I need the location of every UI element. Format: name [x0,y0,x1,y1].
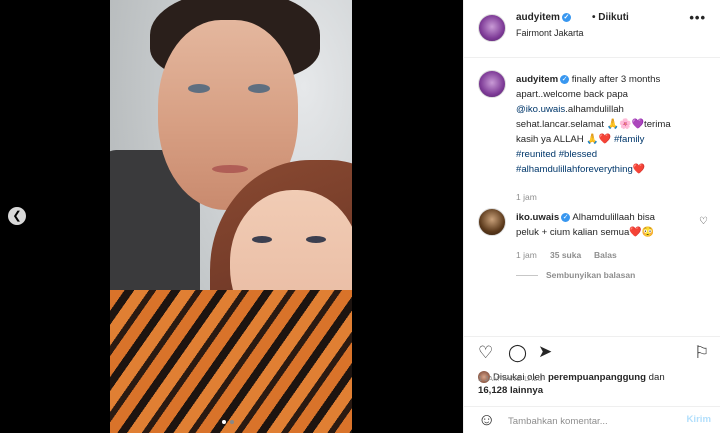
heart-icon[interactable]: ♡ [478,343,493,363]
action-bar: ♡ ◯ ➤ ⚐ Disukai oleh perempuanpanggung d… [464,336,720,406]
post-header: audyitem ✓ • Diikuti Fairmont Jakarta ••• [464,0,720,58]
emoji: ❤️ [632,164,646,175]
likes-mid: dan [646,372,665,383]
emoji: 🙏❤️ [586,134,612,145]
likes-summary: Disukai oleh perempuanpanggung dan 16,12… [478,371,665,397]
caption-time[interactable]: 1 jam [516,192,537,202]
carousel-dot [230,420,234,424]
comment-composer: ☺ Kirim [464,406,720,433]
photo-woman-eye [252,236,272,243]
avatar[interactable] [478,208,506,236]
photo-man-eye [188,84,210,93]
username-text[interactable]: audyitem [516,12,560,23]
share-icon[interactable]: ➤ [538,342,552,362]
reply-likes-text[interactable]: 35 suka [550,250,581,260]
mention-link[interactable]: @iko.uwais [516,104,565,115]
prev-arrow-icon[interactable]: ❮ [8,207,26,225]
likes-count[interactable]: 16,128 lainnya [478,385,543,396]
post-side-panel: audyitem ✓ • Diikuti Fairmont Jakarta •••… [463,0,720,433]
bookmark-icon[interactable]: ⚐ [694,343,709,363]
emoji-icon[interactable]: ☺ [478,410,495,430]
reply-button[interactable]: Balas [594,250,617,260]
photo-man-eye [248,84,270,93]
heart-icon[interactable]: ♡ [699,216,708,227]
reply-button-label[interactable]: Balas [594,250,617,260]
liked-by-user[interactable]: perempuanpanggung [548,372,646,383]
comment-input[interactable] [508,413,668,429]
divider [516,275,538,276]
hashtag-link[interactable]: #family [614,134,644,145]
emoji: 🙏🌸💜 [606,119,645,130]
reply-time[interactable]: 1 jam [516,250,537,260]
hashtag-link[interactable]: #reunited [516,149,556,160]
hashtag-link[interactable]: #alhamdulillahforeverything [516,164,633,175]
reply-text: iko.uwais ✓ Alhamdulillaah bisa peluk + c… [516,210,678,240]
verified-icon: ✓ [560,74,570,84]
photo-woman-eye [306,236,326,243]
location-link[interactable]: Fairmont Jakarta [516,28,584,38]
caption-text: audyitem ✓ finally after 3 months apart..… [516,72,678,177]
hashtag-link[interactable]: #blessed [559,149,597,160]
caption-username[interactable]: audyitem [516,74,558,85]
comment-icon[interactable]: ◯ [508,343,527,363]
verified-icon: ✓ [561,12,571,22]
reply-likes[interactable]: 35 suka [550,250,581,260]
photo-tiger-print-top [110,290,352,433]
more-icon[interactable]: ••• [689,10,706,25]
carousel-dots [222,420,234,424]
send-button[interactable]: Kirim [686,414,711,425]
post-photo[interactable] [110,0,352,433]
comments-area: audyitem ✓ finally after 3 months apart..… [464,58,720,336]
emoji: ❤️😳 [629,227,655,238]
avatar[interactable] [478,14,506,42]
follow-status[interactable]: • Diikuti [592,12,629,23]
photo-man-mouth [212,165,248,173]
verified-icon: ✓ [561,212,571,222]
carousel-dot-active [222,420,226,424]
reply-username[interactable]: iko.uwais [516,212,559,223]
post-timestamp[interactable]: 1 JAM YANG LALU [478,376,543,383]
avatar[interactable] [478,70,506,98]
hide-replies-button[interactable]: Sembunyikan balasan [546,270,635,280]
post-username[interactable]: audyitem ✓ [516,12,571,23]
